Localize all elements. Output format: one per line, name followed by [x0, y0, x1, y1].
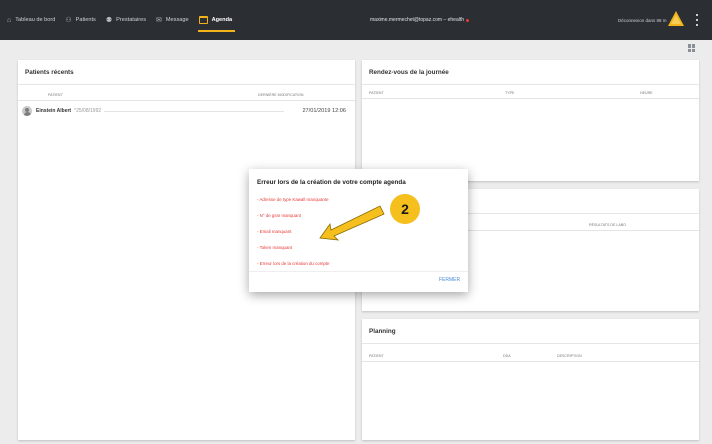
nav-label-dashboard: Tableau de bord — [15, 17, 56, 23]
header-divider — [362, 361, 699, 362]
card-divider — [362, 343, 699, 344]
session-timer: Déconnexion dans 88 m — [618, 0, 667, 40]
table-row[interactable]: Einstein Albert °25/08/1992 27/01/2019 1… — [22, 104, 352, 118]
patient-dob: °25/08/1992 — [74, 108, 102, 114]
more-menu-icon[interactable] — [695, 14, 699, 26]
nav-item-providers[interactable]: ⚉ Prestataires — [101, 0, 151, 40]
appointments-card: Rendez-vous de la journée PATIENT TYPE H… — [362, 60, 699, 181]
nav-label-agenda: Agenda — [211, 17, 233, 23]
top-navigation-bar: ⌂ Tableau de bord ⚇ Patients ⚉ Prestatai… — [0, 0, 712, 40]
mail-icon: ✉ — [156, 16, 162, 24]
column-header-patient: PATIENT — [48, 93, 63, 97]
planning-card: Planning PATIENT DDA DESCRIPTION — [362, 319, 699, 440]
appointments-title: Rendez-vous de la journée — [369, 69, 449, 76]
patient-last-modified: 27/01/2019 12:06 — [302, 108, 346, 114]
session-timer-text: Déconnexion dans 88 m — [618, 17, 667, 23]
status-dot-icon — [466, 18, 470, 22]
header-divider — [362, 98, 699, 99]
column-header-description: DESCRIPTION — [557, 354, 582, 358]
user-email: maxime.mermechet@topaz.com – ehealth — [370, 0, 470, 40]
layout-grid-icon[interactable] — [688, 44, 696, 52]
annotation-arrow-icon — [319, 205, 385, 241]
user-email-text: maxime.mermechet@topaz.com – ehealth — [370, 17, 465, 23]
nav-label-patients: Patients — [75, 17, 96, 23]
app-logo-icon[interactable] — [667, 10, 685, 28]
nav-label-providers: Prestataires — [116, 17, 146, 23]
patient-name: Einstein Albert — [36, 108, 72, 114]
error-message: - N° de gsm manquant — [257, 213, 301, 218]
column-header-time: HEURE — [640, 91, 653, 95]
nav-item-message[interactable]: ✉ Message — [151, 0, 194, 40]
error-message: - Email manquant — [257, 229, 292, 234]
dialog-title: Erreur lors de la création de votre comp… — [257, 179, 406, 186]
card-divider — [362, 84, 699, 85]
home-icon: ⌂ — [7, 16, 12, 24]
close-button[interactable]: FERMER — [439, 277, 460, 283]
nav-label-message: Message — [165, 17, 189, 23]
row-connector-line — [104, 111, 284, 112]
recent-patients-title: Patients récents — [25, 69, 74, 76]
calendar-icon — [198, 16, 208, 24]
nav-item-patients[interactable]: ⚇ Patients — [60, 0, 101, 40]
person-icon: ⚇ — [65, 16, 72, 24]
error-message: - Token manquant — [257, 245, 293, 250]
column-header-date: DDA — [503, 354, 511, 358]
nav-item-dashboard[interactable]: ⌂ Tableau de bord — [2, 0, 60, 40]
column-header-patient: PATIENT — [369, 91, 384, 95]
planning-title: Planning — [369, 328, 396, 335]
column-header-last-modified: DERNIÈRE MODIFICATION — [258, 93, 304, 97]
column-header-lab-results: RÉSULTATS DE LABO — [589, 223, 626, 227]
dialog-divider — [249, 271, 468, 272]
header-divider — [18, 100, 355, 101]
column-header-type: TYPE — [505, 91, 515, 95]
step-badge: 2 — [390, 194, 420, 224]
card-divider — [18, 84, 355, 85]
nav-item-agenda[interactable]: Agenda — [194, 0, 238, 40]
column-header-patient: PATIENT — [369, 354, 384, 358]
error-message: - Erreur lors de la création du compte — [257, 261, 330, 266]
avatar — [22, 106, 32, 116]
group-icon: ⚉ — [105, 16, 113, 24]
